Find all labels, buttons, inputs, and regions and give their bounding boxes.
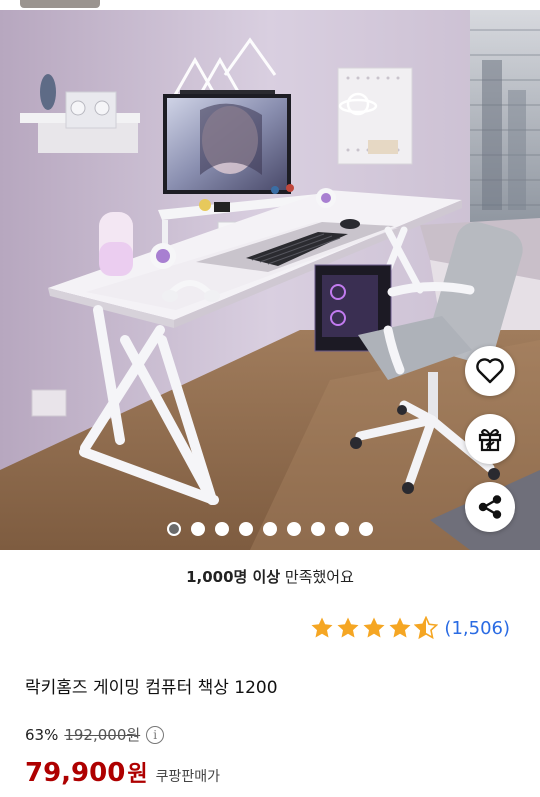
info-icon[interactable]: i [146, 725, 165, 744]
gallery-pagination [0, 522, 540, 540]
gift-icon [478, 429, 502, 452]
gallery-dot-6[interactable] [287, 522, 301, 536]
product-title: 락키홈즈 게이밍 컴퓨터 책상 1200 [25, 678, 278, 698]
star-full-icon [337, 617, 359, 638]
wishlist-button[interactable] [465, 346, 515, 396]
discount-rate: 63% [25, 725, 59, 744]
sale-price-row: 79,900 원 쿠팡판매가 [25, 756, 220, 788]
gallery-dot-2[interactable] [191, 522, 205, 536]
product-image-gallery[interactable] [0, 0, 540, 550]
gallery-dot-3[interactable] [215, 522, 229, 536]
discount-row: 63% 192,000원 i [25, 724, 165, 745]
star-full-icon [311, 617, 333, 638]
star-full-icon [363, 617, 385, 638]
star-half-icon [414, 616, 439, 640]
gallery-dot-8[interactable] [335, 522, 349, 536]
product-photo [0, 0, 540, 550]
star-rating [310, 616, 439, 640]
gallery-dot-4[interactable] [239, 522, 253, 536]
star-full-icon [389, 617, 411, 638]
gallery-dot-9[interactable] [359, 522, 373, 536]
previous-image-peek [20, 0, 100, 8]
satisfaction-count: 1,000명 이상 [186, 568, 281, 586]
share-icon [478, 495, 502, 519]
seller-label: 쿠팡판매가 [155, 769, 220, 785]
sale-price: 79,900 [25, 758, 126, 788]
price-unit: 원 [127, 762, 148, 787]
gallery-dot-1[interactable] [167, 522, 181, 536]
satisfaction-text: 만족했어요 [280, 568, 354, 586]
gallery-dot-7[interactable] [311, 522, 325, 536]
gift-button[interactable] [465, 414, 515, 464]
original-price: 192,000원 [64, 726, 141, 744]
satisfaction-summary: 1,000명 이상 만족했어요 [0, 566, 540, 587]
review-count-link[interactable]: (1,506) [444, 618, 510, 639]
rating-row[interactable]: (1,506) [310, 616, 510, 640]
heart-icon [476, 358, 504, 384]
gallery-dot-5[interactable] [263, 522, 277, 536]
